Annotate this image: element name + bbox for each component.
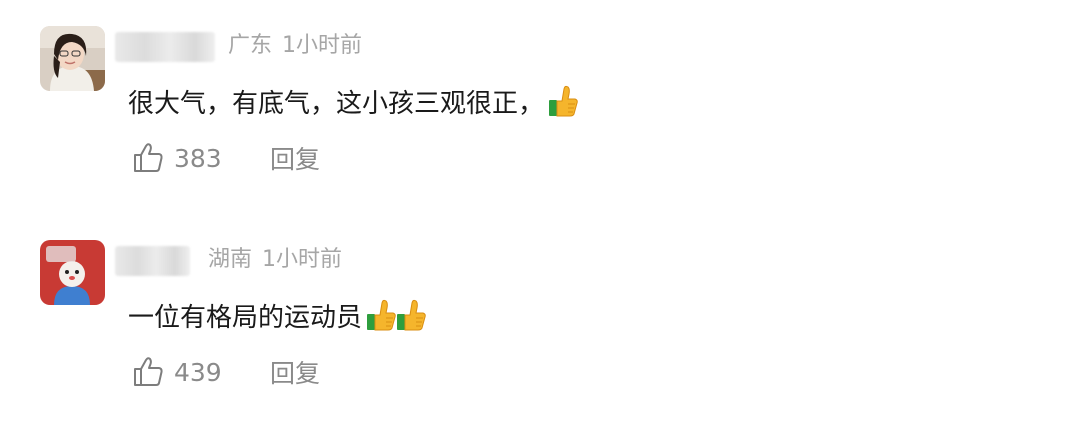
username-blurred[interactable] <box>115 32 215 62</box>
comment-time: 1小时前 <box>282 33 363 58</box>
username-blurred[interactable] <box>115 246 190 276</box>
comment-text-body: 一位有格局的运动员 <box>128 303 363 333</box>
comment-time: 1小时前 <box>262 247 343 272</box>
comment-text: 一位有格局的运动员 <box>128 298 426 338</box>
reply-button[interactable]: 回复 <box>270 354 320 390</box>
thumbs-up-emoji-icon <box>397 299 426 331</box>
thumbs-up-emoji-icon <box>367 299 396 331</box>
comment-meta: 广东 1小时前 <box>228 31 362 61</box>
comment-region: 广东 <box>228 33 273 58</box>
thumbs-up-outline-icon[interactable] <box>132 142 164 174</box>
comment-text: 很大气，有底气，这小孩三观很正， <box>128 84 578 124</box>
thumbs-up-emoji-icon <box>549 85 578 117</box>
like-count[interactable]: 439 <box>174 358 266 387</box>
comment-meta: 湖南 1小时前 <box>208 245 342 275</box>
reply-button[interactable]: 回复 <box>270 140 320 176</box>
thumbs-up-outline-icon[interactable] <box>132 356 164 388</box>
comment-actions: 439 回复 <box>132 354 320 390</box>
like-count[interactable]: 383 <box>174 144 266 173</box>
comment-region: 湖南 <box>208 247 253 272</box>
avatar[interactable] <box>40 26 105 91</box>
avatar[interactable] <box>40 240 105 305</box>
comment-actions: 383 回复 <box>132 140 320 176</box>
comment-text-body: 很大气，有底气，这小孩三观很正， <box>128 89 545 119</box>
